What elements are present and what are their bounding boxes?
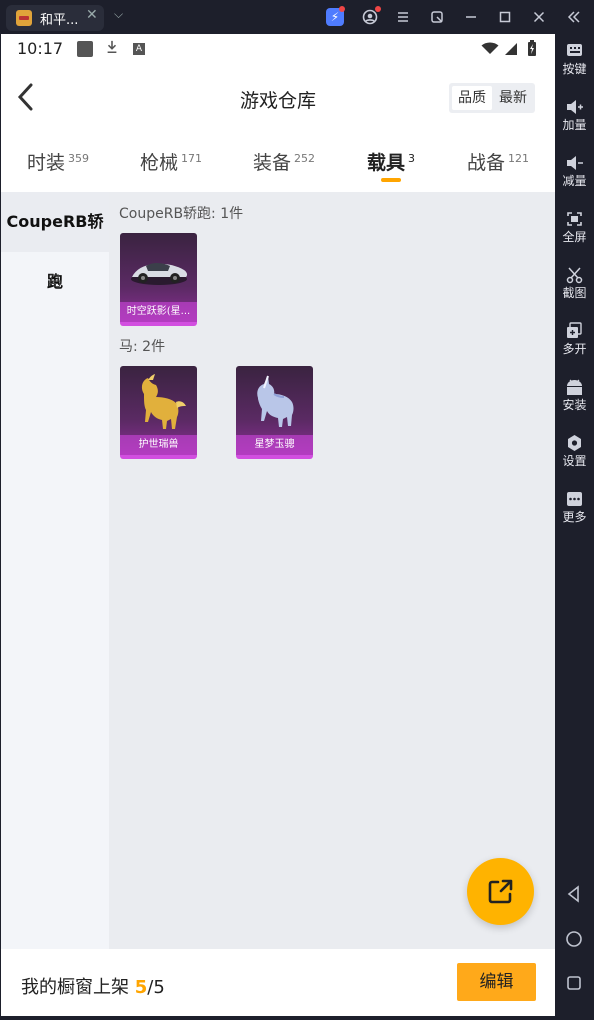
tool-fullscreen[interactable]: 全屏 (555, 210, 594, 245)
tab-battle-gear[interactable]: 战备 121 (467, 148, 529, 175)
signal-icon (505, 43, 517, 55)
recents-square-icon[interactable] (564, 973, 584, 993)
app-square-icon (77, 41, 93, 57)
group-title: 马: 2件 (119, 339, 166, 355)
crystal-unicorn-icon (257, 375, 294, 427)
showcase-label: 我的橱窗上架 (21, 977, 129, 998)
game-app-icon (16, 10, 32, 26)
showcase-count: 5 (134, 977, 148, 998)
tab-label: 载具 (367, 152, 406, 174)
status-bar: 10:17 A (1, 34, 555, 64)
sort-option-newest[interactable]: 最新 (493, 86, 533, 110)
tool-volume-up[interactable]: 加量 (555, 98, 594, 133)
keyboard-icon (567, 44, 582, 56)
tool-label: 多开 (562, 342, 587, 356)
item-name: 护世瑞兽 (120, 435, 197, 455)
tool-more[interactable]: 更多 (555, 490, 594, 525)
showcase-total: 5 (153, 977, 165, 998)
status-time: 10:17 (17, 39, 64, 58)
multi-instance-icon (567, 322, 582, 338)
tool-label: 全屏 (562, 230, 587, 244)
notification-dot (339, 6, 345, 12)
showcase-bar: 我的橱窗上架 5/5 编辑 (1, 949, 555, 1016)
close-window-icon[interactable] (530, 8, 548, 26)
a-badge-icon: A (133, 43, 145, 55)
volume-up-icon (567, 100, 583, 114)
menu-icon[interactable] (394, 8, 412, 26)
item-name: 时空跃影(星... (120, 302, 197, 322)
item-card[interactable]: 护世瑞兽 (120, 366, 197, 459)
tab-label: 装备 (253, 152, 292, 174)
popout-icon[interactable] (428, 8, 446, 26)
tool-keymap[interactable]: 按键 (555, 42, 594, 77)
app-tab-title: 和平... (40, 13, 79, 28)
sort-toggle: 品质 最新 (449, 83, 535, 113)
tab-label: 时装 (27, 152, 66, 174)
tab-vehicles[interactable]: 载具 3 (367, 148, 415, 175)
wifi-icon (481, 42, 499, 54)
tool-multi-instance[interactable]: 多开 (555, 322, 594, 357)
minimize-icon[interactable] (462, 8, 480, 26)
tool-label: 减量 (562, 174, 587, 188)
maximize-icon[interactable] (496, 8, 514, 26)
emulator-titlebar: 和平... ✕ ⌵ ⚡ (0, 0, 594, 34)
home-circle-icon[interactable] (564, 929, 584, 949)
tool-label: 设置 (562, 454, 587, 468)
sports-car-icon (131, 263, 188, 285)
close-icon[interactable]: ✕ (86, 7, 98, 23)
item-card[interactable]: 时空跃影(星... (120, 233, 197, 326)
share-external-icon (488, 879, 513, 904)
tab-fashion[interactable]: 时装 359 (27, 148, 89, 175)
item-grid: CoupeRB轿跑: 1件 时空跃影(星... 马: 2件 护世瑞兽 星梦玉骢 (109, 192, 555, 949)
tab-count: 252 (294, 151, 316, 165)
item-card[interactable]: 星梦玉骢 (236, 366, 313, 459)
category-tabs: 时装 359 枪械 171 装备 252 载具 3 战备 121 (1, 132, 555, 192)
back-triangle-icon[interactable] (564, 884, 584, 904)
subcategory-sidebar: CoupeRB轿跑 马 (1, 192, 109, 949)
fullscreen-icon (567, 212, 582, 226)
tab-label: 枪械 (140, 152, 179, 174)
notification-dot (375, 6, 381, 12)
showcase-status: 我的橱窗上架 5/5 (21, 973, 165, 999)
phone-screen: 10:17 A 游戏仓库 品质 最新 时装 359 枪械 171 装备 252 载具 3… (1, 34, 555, 1016)
tool-install-apk[interactable]: 安装 (555, 378, 594, 413)
tool-label: 安装 (562, 398, 587, 412)
tool-label: 更多 (562, 510, 587, 524)
battery-charging-icon (528, 40, 536, 56)
tool-screenshot[interactable]: 截图 (555, 266, 594, 301)
page-header: 游戏仓库 品质 最新 (1, 64, 555, 132)
golden-qilin-icon (141, 374, 186, 429)
chevron-down-icon[interactable]: ⌵ (114, 7, 123, 22)
item-name: 星梦玉骢 (236, 435, 313, 455)
active-tab-indicator (381, 178, 401, 182)
tool-volume-down[interactable]: 减量 (555, 154, 594, 189)
tool-label: 加量 (562, 118, 587, 132)
sort-option-quality[interactable]: 品质 (452, 86, 492, 110)
edit-button[interactable]: 编辑 (457, 963, 536, 1001)
volume-down-icon (567, 156, 583, 170)
sidebar-item-coupe[interactable]: CoupeRB轿跑 (1, 192, 109, 291)
tab-weapons[interactable]: 枪械 171 (140, 148, 202, 175)
download-icon (107, 40, 117, 54)
tab-count: 359 (68, 151, 90, 165)
emulator-window: 和平... ✕ ⌵ ⚡ 10:17 A 游戏仓库 品质 最新 时装 359 枪械… (0, 0, 594, 1020)
tab-label: 战备 (467, 152, 506, 174)
settings-icon (568, 435, 581, 451)
tab-count: 121 (508, 151, 530, 165)
tab-count: 171 (181, 151, 203, 165)
apk-install-icon (567, 379, 582, 395)
tool-label: 截图 (562, 286, 587, 300)
tab-equipment[interactable]: 装备 252 (253, 148, 315, 175)
emulator-sidebar: 按键 加量 减量 全屏 截图 多开 安装 设置 更多 (555, 34, 594, 1020)
group-title: CoupeRB轿跑: 1件 (119, 206, 244, 222)
tool-label: 按键 (562, 62, 587, 76)
sidebar-item-horse[interactable]: 马 (1, 252, 109, 312)
share-button[interactable] (467, 858, 534, 925)
collapse-icon[interactable] (565, 8, 583, 26)
tab-count: 3 (408, 151, 416, 165)
scissors-icon (566, 267, 583, 284)
app-tab[interactable]: 和平... ✕ (6, 5, 104, 31)
tool-settings[interactable]: 设置 (555, 434, 594, 469)
more-icon (567, 492, 582, 506)
